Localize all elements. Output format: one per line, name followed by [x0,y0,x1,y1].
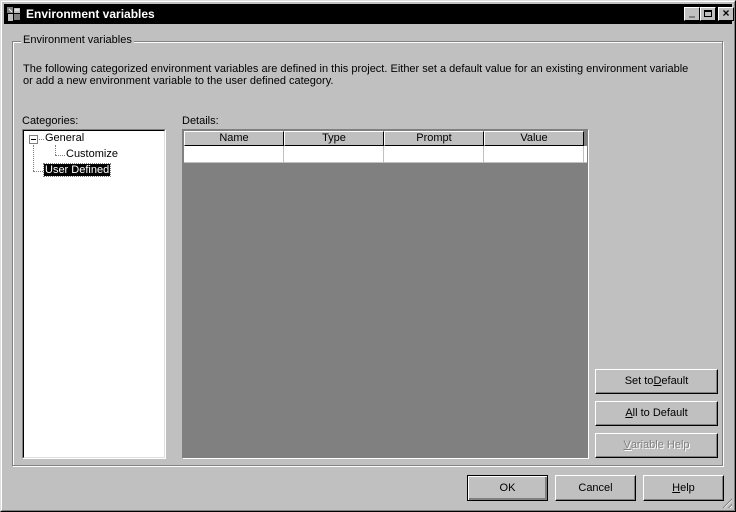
button-label: efault [661,375,689,387]
categories-tree[interactable]: General Customize User Defined [22,129,166,459]
maximize-button[interactable] [700,7,716,21]
table-row[interactable] [184,146,587,163]
tree-line [55,145,56,155]
cell-type[interactable] [284,146,384,162]
tree-frame [23,130,165,458]
details-label: Details: [182,115,219,127]
tree-item-customize[interactable]: Customize [66,148,118,160]
close-icon: × [722,6,730,20]
maximize-icon [704,10,712,17]
button-label: elp [680,482,695,494]
set-to-default-button[interactable]: Set to Default [595,369,718,394]
tree-line [39,139,44,140]
details-header: Name Type Prompt Value [184,131,587,146]
cell-name[interactable] [184,146,284,162]
cell-value[interactable] [484,146,584,162]
button-label: ariable Help [630,439,690,451]
group-label: Environment variables [21,34,134,46]
minimize-icon [689,16,695,18]
environment-variables-dialog: Environment variables × Environment vari… [0,0,736,512]
help-button[interactable]: Help [643,475,724,501]
column-header-type[interactable]: Type [284,131,384,146]
column-header-value[interactable]: Value [484,131,584,146]
mnemonic: A [625,407,633,419]
window-title: Environment variables [26,7,155,21]
button-label: ll to Default [632,407,688,419]
cancel-button[interactable]: Cancel [555,475,636,501]
minimize-button[interactable] [684,7,700,21]
tree-line [33,145,34,171]
tree-item-general[interactable]: General [45,132,84,144]
all-to-default-button[interactable]: All to Default [595,401,718,426]
mnemonic: V [623,439,631,451]
tree-item-user-defined[interactable]: User Defined [42,163,112,177]
mnemonic: H [672,482,681,494]
column-header-name[interactable]: Name [184,131,284,146]
collapse-general-icon[interactable] [29,135,38,144]
tree-line [55,155,65,156]
tree-line [33,171,43,172]
ok-button[interactable]: OK [467,475,548,501]
description-text: The following categorized environment va… [23,63,689,87]
close-button[interactable]: × [718,6,734,21]
column-header-prompt[interactable]: Prompt [384,131,484,146]
title-bar[interactable]: Environment variables × [4,4,734,24]
details-list[interactable]: Name Type Prompt Value [182,129,589,459]
variable-help-button[interactable]: Variable Help [595,433,718,458]
cell-prompt[interactable] [384,146,484,162]
app-icon [7,7,20,21]
button-label: Set to [624,375,654,387]
categories-label: Categories: [22,115,79,127]
mnemonic: D [653,375,662,387]
